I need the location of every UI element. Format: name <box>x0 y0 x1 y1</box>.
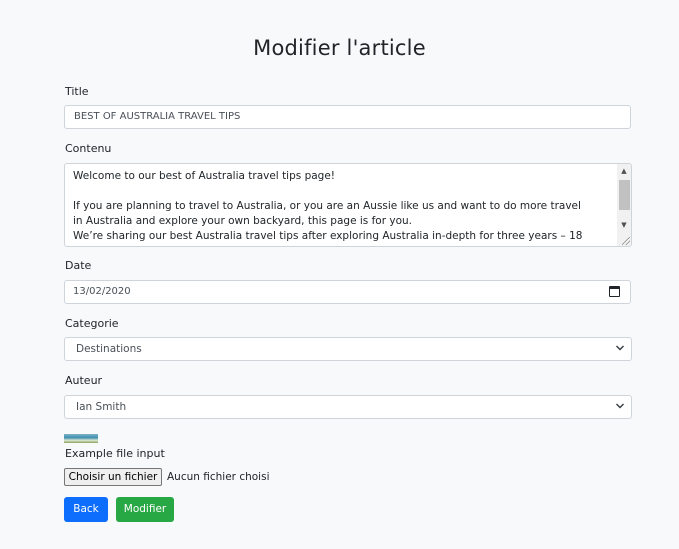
date-value: 13/02/2020 <box>73 286 131 297</box>
article-image-thumbnail <box>64 434 98 443</box>
arrow-down-icon[interactable]: ▼ <box>617 218 631 232</box>
categorie-select[interactable]: Destinations <box>64 337 632 361</box>
date-label: Date <box>65 259 92 272</box>
contenu-textarea[interactable]: Welcome to our best of Australia travel … <box>64 163 632 247</box>
chevron-down-icon <box>616 345 624 351</box>
title-input[interactable]: BEST OF AUSTRALIA TRAVEL TIPS <box>64 105 631 129</box>
contenu-label: Contenu <box>65 142 112 155</box>
date-input[interactable]: 13/02/2020 <box>64 280 631 304</box>
auteur-value: Ian Smith <box>76 401 127 413</box>
file-status: Aucun fichier choisi <box>167 471 270 483</box>
modifier-button[interactable]: Modifier <box>116 497 174 522</box>
resize-handle-icon[interactable] <box>622 237 630 245</box>
contenu-scrollbar[interactable]: ▲ ▼ <box>617 164 631 246</box>
auteur-label: Auteur <box>65 374 103 387</box>
scroll-thumb[interactable] <box>619 180 630 210</box>
categorie-label: Categorie <box>65 317 119 330</box>
auteur-select[interactable]: Ian Smith <box>64 395 632 419</box>
chevron-down-icon <box>616 403 624 409</box>
title-label: Title <box>65 85 89 98</box>
back-button[interactable]: Back <box>64 497 108 522</box>
categorie-value: Destinations <box>76 343 142 355</box>
contenu-text: Welcome to our best of Australia travel … <box>73 170 583 242</box>
file-label: Example file input <box>65 447 165 460</box>
choose-file-button[interactable]: Choisir un fichier <box>64 468 162 486</box>
page-title: Modifier l'article <box>253 36 426 60</box>
calendar-icon[interactable] <box>609 286 620 297</box>
arrow-up-icon[interactable]: ▲ <box>617 164 631 178</box>
